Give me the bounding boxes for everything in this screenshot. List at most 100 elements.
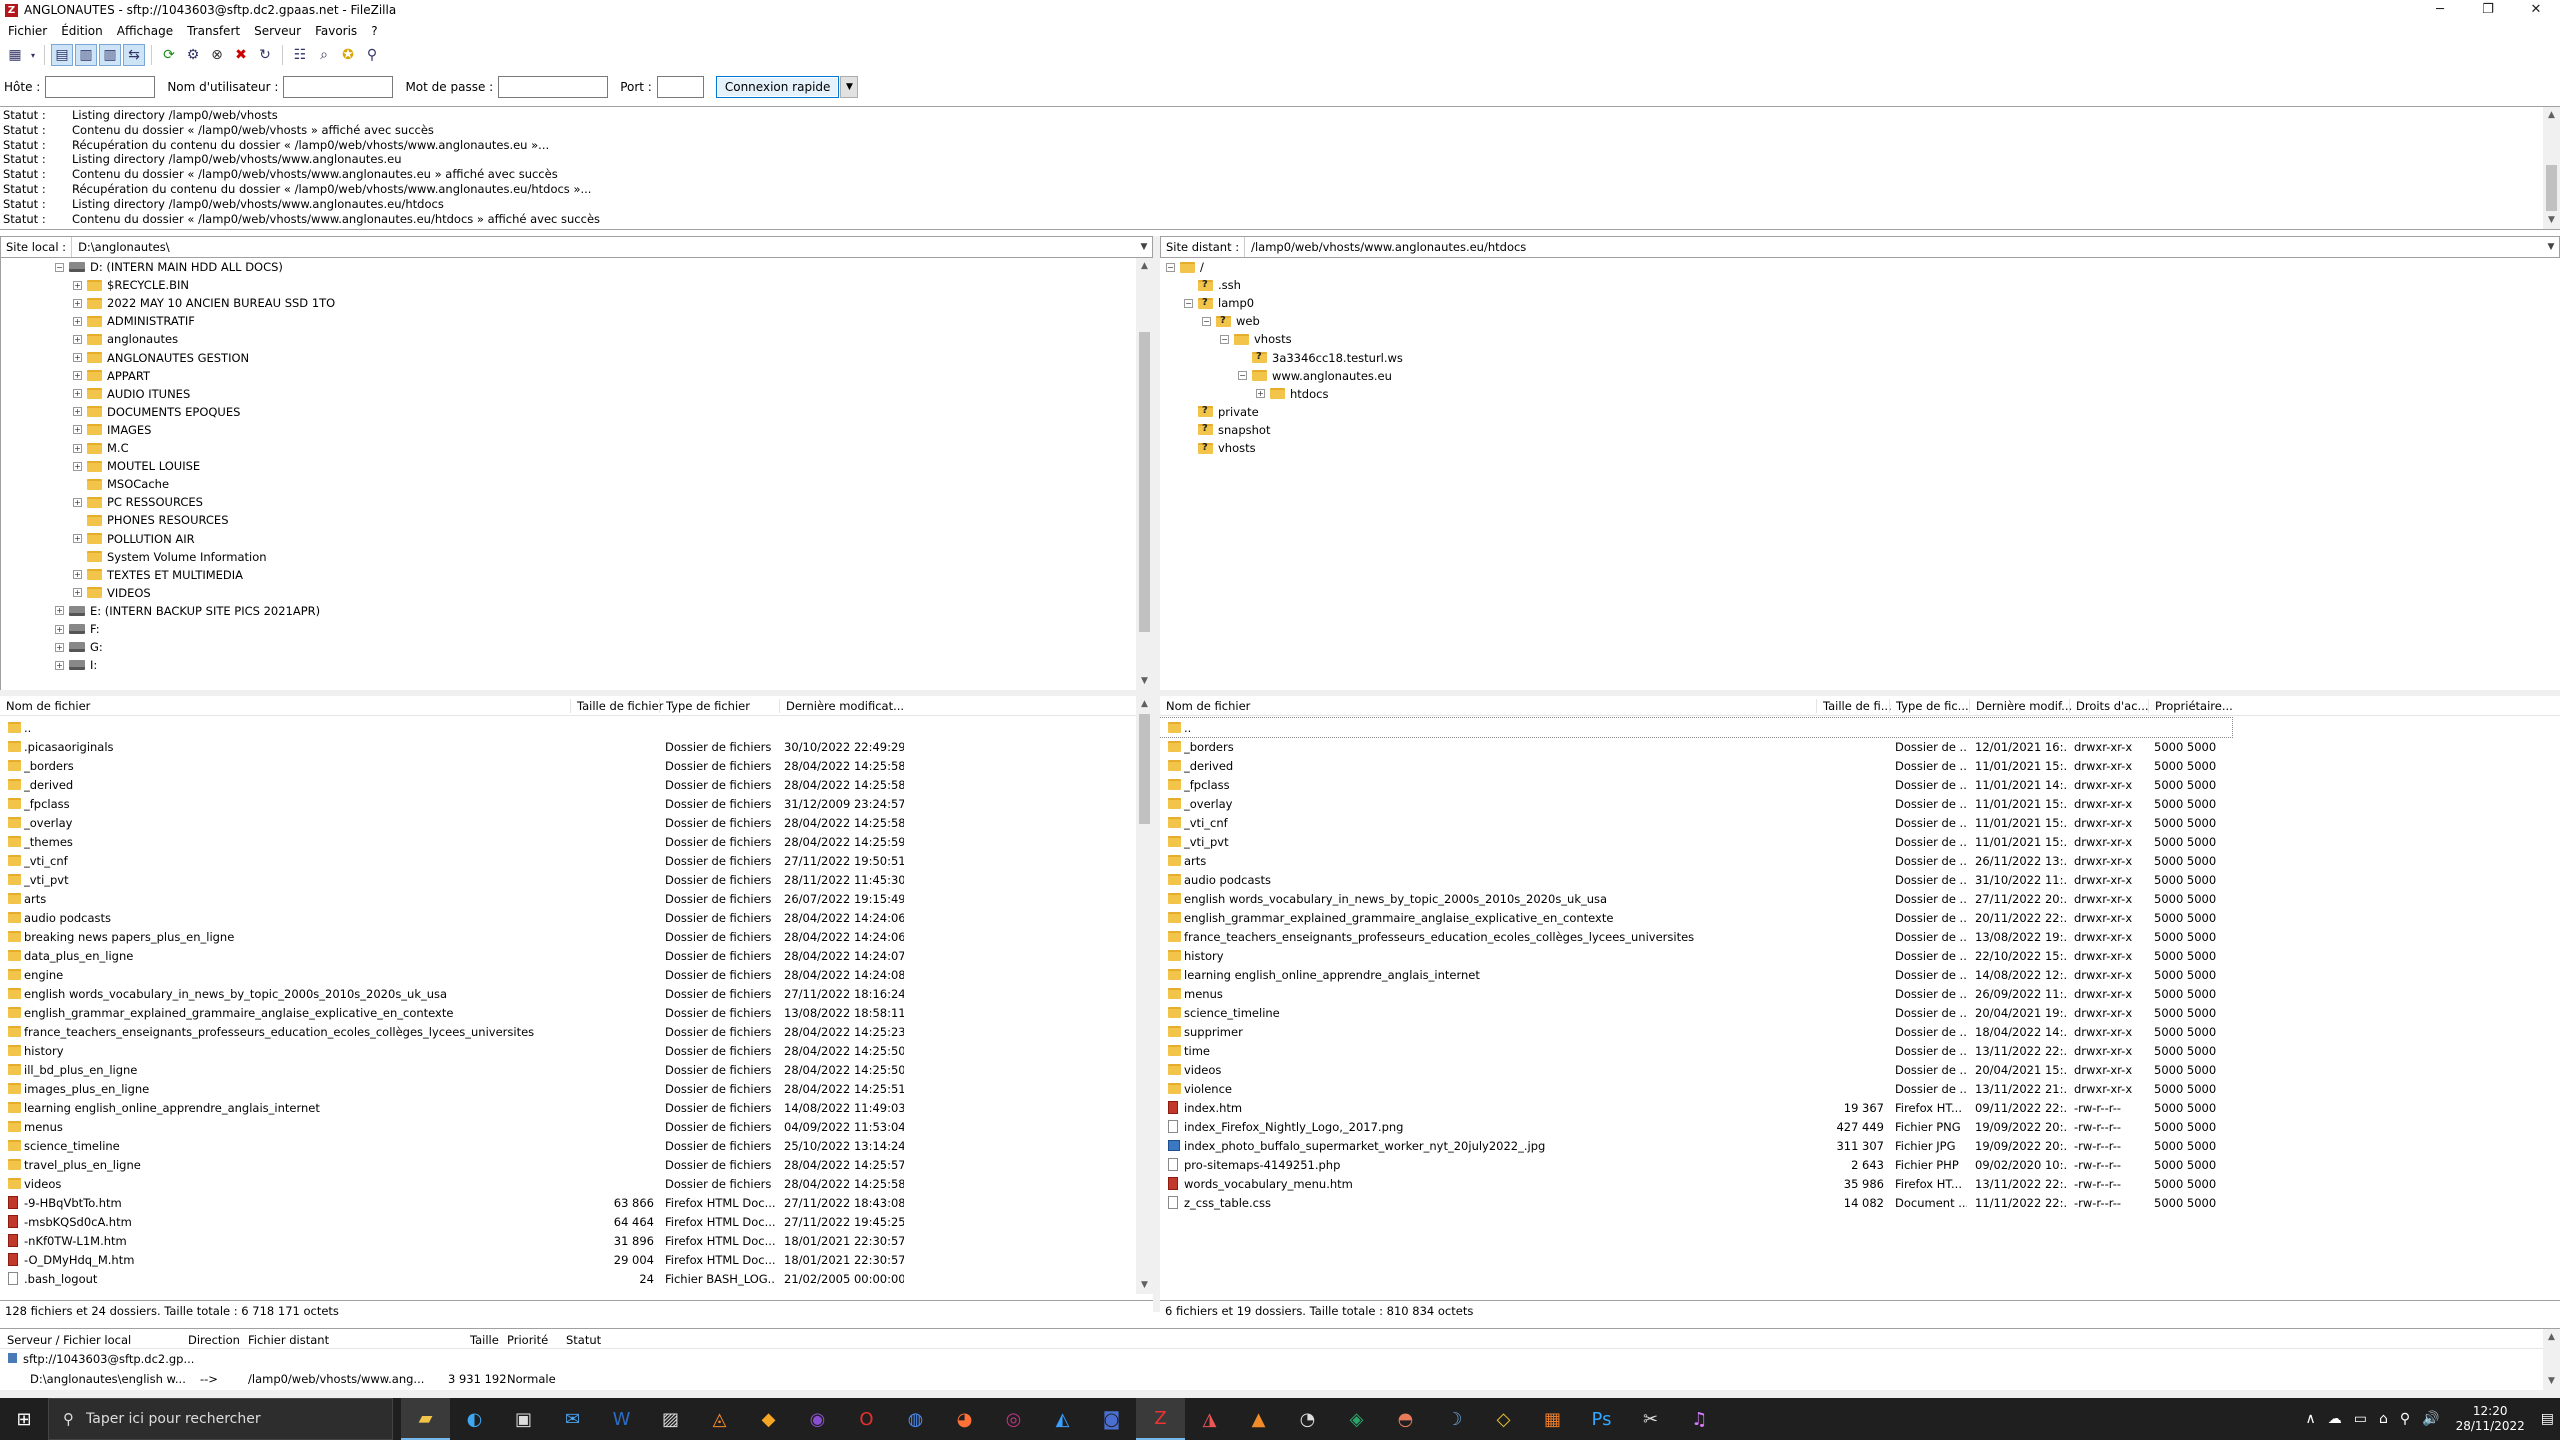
remote-path-input[interactable]: /lamp0/web/vhosts/www.anglonautes.eu/htd… [1245, 240, 2543, 254]
tree-node[interactable]: 3a3346cc18.testurl.ws [1238, 349, 1403, 367]
expand-icon[interactable]: + [55, 660, 64, 670]
local-path-input[interactable]: D:\anglonautes\ [72, 240, 1136, 254]
collapse-icon[interactable]: − [1202, 316, 1211, 326]
file-row[interactable]: index.htm 19 367 Firefox HT... 09/11/2022 2… [1160, 1098, 2560, 1117]
tree-node[interactable]: + TEXTES ET MULTIMEDIA [73, 566, 243, 584]
expand-icon[interactable]: + [73, 407, 82, 417]
file-row[interactable]: audio podcasts Dossier de fichiers 28/04/2… [0, 908, 1153, 927]
file-row[interactable]: _overlay Dossier de fichiers 28/04/2022 14… [0, 813, 1153, 832]
firefox-icon[interactable]: ◕ [940, 1398, 989, 1440]
queue-col-remote[interactable]: Fichier distant [248, 1333, 329, 1347]
file-row[interactable]: _vti_cnf Dossier de ... 11/01/2021 15:... d… [1160, 813, 2560, 832]
username-input[interactable] [283, 76, 394, 98]
col-modified[interactable]: Dernière modificat... [779, 699, 904, 713]
file-row[interactable]: france_teachers_enseignants_professeurs_… [1160, 927, 2560, 946]
scroll-down-icon[interactable]: ▼ [2543, 212, 2560, 229]
toggle-log-icon[interactable]: ▤ [51, 44, 73, 66]
tree-node[interactable]: + I: [55, 656, 97, 674]
sync-browsing-icon[interactable]: ✪ [337, 44, 359, 66]
file-row[interactable]: menus Dossier de ... 26/09/2022 11:... drwx… [1160, 984, 2560, 1003]
tree-node[interactable]: + DOCUMENTS EPOQUES [73, 403, 240, 421]
site-manager-icon[interactable]: ▦ [4, 44, 26, 66]
file-row[interactable]: breaking news papers_plus_en_ligne Dossie… [0, 927, 1153, 946]
file-explorer-icon[interactable]: ▰ [401, 1398, 450, 1440]
col-type[interactable]: Type de fic... [1889, 699, 1969, 713]
app-icon[interactable]: ◎ [989, 1398, 1038, 1440]
file-row[interactable]: .. [1160, 717, 2233, 738]
compare-icon[interactable]: ⌕ [313, 44, 335, 66]
cancel-operation-icon[interactable]: ⊗ [206, 44, 228, 66]
file-row[interactable]: science_timeline Dossier de ... 20/04/2021… [1160, 1003, 2560, 1022]
file-row[interactable]: english words_vocabulary_in_news_by_topi… [0, 984, 1153, 1003]
photoshop-icon[interactable]: Ps [1577, 1398, 1626, 1440]
file-row[interactable]: learning english_online_apprendre_anglai… [1160, 965, 2560, 984]
file-row[interactable]: index_photo_buffalo_supermarket_worker_n… [1160, 1136, 2560, 1155]
queue-scrollbar[interactable]: ▲ ▼ [2543, 1329, 2560, 1390]
col-owner[interactable]: Propriétaire... [2148, 699, 2233, 713]
file-row[interactable]: -nKf0TW-L1M.htm 31 896 Firefox HTML Doc...… [0, 1231, 1153, 1250]
file-row[interactable]: words_vocabulary_menu.htm 35 986 Firefox H… [1160, 1174, 2560, 1193]
expand-icon[interactable]: + [73, 389, 82, 399]
file-row[interactable]: -msbKQSd0cA.htm 64 464 Firefox HTML Doc...… [0, 1212, 1153, 1231]
expand-icon[interactable]: + [73, 425, 82, 435]
col-size[interactable]: Taille de fichier [570, 699, 663, 713]
reconnect-icon[interactable]: ↻ [254, 44, 276, 66]
scroll-up-icon[interactable]: ▲ [2543, 107, 2560, 124]
tree-node[interactable]: + htdocs [1256, 385, 1328, 403]
file-row[interactable]: videos Dossier de ... 20/04/2021 15:... drw… [1160, 1060, 2560, 1079]
tree-node[interactable]: + $RECYCLE.BIN [73, 276, 189, 294]
file-row[interactable]: _borders Dossier de ... 12/01/2021 16:... d… [1160, 737, 2560, 756]
collapse-icon[interactable]: − [55, 262, 64, 272]
notifications-icon[interactable]: ▤ [2541, 1411, 2554, 1427]
usb-icon[interactable]: ⚲ [2400, 1411, 2410, 1427]
file-row[interactable]: time Dossier de ... 13/11/2022 22:... drwxr… [1160, 1041, 2560, 1060]
file-row[interactable]: supprimer Dossier de ... 18/04/2022 14:...… [1160, 1022, 2560, 1041]
file-row[interactable]: _derived Dossier de ... 11/01/2021 15:... d… [1160, 756, 2560, 775]
collapse-icon[interactable]: − [1166, 262, 1175, 272]
local-tree-scrollbar[interactable]: ▲ ▼ [1136, 258, 1153, 690]
tree-node[interactable]: + E: (INTERN BACKUP SITE PICS 2021APR) [55, 602, 320, 620]
menu-favoris[interactable]: Favoris [313, 24, 359, 38]
file-row[interactable]: videos Dossier de fichiers 28/04/2022 14:2… [0, 1174, 1153, 1193]
app-icon[interactable]: ◮ [1185, 1398, 1234, 1440]
file-row[interactable]: history Dossier de fichiers 28/04/2022 14:… [0, 1041, 1153, 1060]
file-row[interactable]: data_plus_en_ligne Dossier de fichiers 28/… [0, 946, 1153, 965]
queue-col-direction[interactable]: Direction [188, 1333, 240, 1347]
col-type[interactable]: Type de fichier [659, 699, 750, 713]
file-row[interactable]: index_Firefox_Nightly_Logo,_2017.png 427 … [1160, 1117, 2560, 1136]
file-row[interactable]: .picasaoriginals Dossier de fichiers 30/10… [0, 737, 1153, 756]
tree-node[interactable]: − D: (INTERN MAIN HDD ALL DOCS) [55, 258, 283, 276]
menu-help[interactable]: ? [369, 24, 379, 38]
tree-node[interactable]: + IMAGES [73, 421, 151, 439]
tree-node[interactable]: + G: [55, 638, 103, 656]
brave-icon[interactable]: ◆ [744, 1398, 793, 1440]
file-row[interactable]: _overlay Dossier de ... 11/01/2021 15:... d… [1160, 794, 2560, 813]
file-row[interactable]: _vti_pvt Dossier de ... 11/01/2021 15:... d… [1160, 832, 2560, 851]
expand-icon[interactable]: + [73, 280, 82, 290]
edge-icon[interactable]: ◐ [450, 1398, 499, 1440]
search-files-icon[interactable]: ⚲ [361, 44, 383, 66]
app-icon[interactable]: ▦ [1528, 1398, 1577, 1440]
file-row[interactable]: pro-sitemaps-4149251.php 2 643 Fichier PHP… [1160, 1155, 2560, 1174]
tree-node[interactable]: + AUDIO ITUNES [73, 385, 190, 403]
queue-col-size[interactable]: Taille [470, 1333, 499, 1347]
tree-node[interactable]: + MOUTEL LOUISE [73, 457, 200, 475]
filter-icon[interactable]: ☷ [289, 44, 311, 66]
tree-node[interactable]: + APPART [73, 367, 150, 385]
col-modified[interactable]: Dernière modif... [1969, 699, 2072, 713]
expand-icon[interactable]: + [73, 334, 82, 344]
file-row[interactable]: english_grammar_explained_grammaire_angl… [0, 1003, 1153, 1022]
expand-icon[interactable]: + [73, 588, 82, 598]
file-row[interactable]: menus Dossier de fichiers 04/09/2022 11:53… [0, 1117, 1153, 1136]
menu-affichage[interactable]: Affichage [115, 24, 175, 38]
col-filename[interactable]: Nom de fichier [0, 699, 90, 713]
tree-node[interactable]: − www.anglonautes.eu [1238, 367, 1392, 385]
file-row[interactable]: travel_plus_en_ligne Dossier de fichiers 2… [0, 1155, 1153, 1174]
app-icon[interactable]: ◈ [1332, 1398, 1381, 1440]
collapse-icon[interactable]: − [1220, 334, 1229, 344]
tree-node[interactable]: + ANGLONAUTES GESTION [73, 349, 249, 367]
collapse-icon[interactable]: − [1238, 371, 1247, 381]
col-size[interactable]: Taille de fi... [1816, 699, 1892, 713]
tree-node[interactable]: +2022 MAY 10 ANCIEN BUREAU SSD 1TO [73, 294, 335, 312]
file-row[interactable]: arts Dossier de ... 26/11/2022 13:... drwxr… [1160, 851, 2560, 870]
